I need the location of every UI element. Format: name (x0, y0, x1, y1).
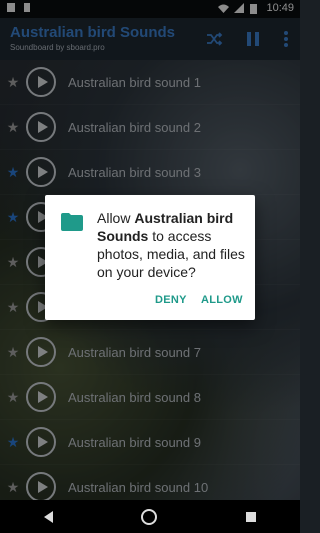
dialog-message: Allow Australian bird Sounds to access p… (97, 209, 247, 281)
dialog-prefix: Allow (97, 210, 135, 226)
permission-dialog: Allow Australian bird Sounds to access p… (45, 195, 255, 320)
back-icon[interactable] (44, 510, 54, 523)
home-icon[interactable] (141, 508, 158, 525)
nav-bar (0, 500, 300, 533)
allow-button[interactable]: ALLOW (201, 294, 243, 306)
folder-icon (61, 213, 83, 231)
recents-icon[interactable] (245, 511, 256, 522)
deny-button[interactable]: DENY (155, 294, 187, 306)
